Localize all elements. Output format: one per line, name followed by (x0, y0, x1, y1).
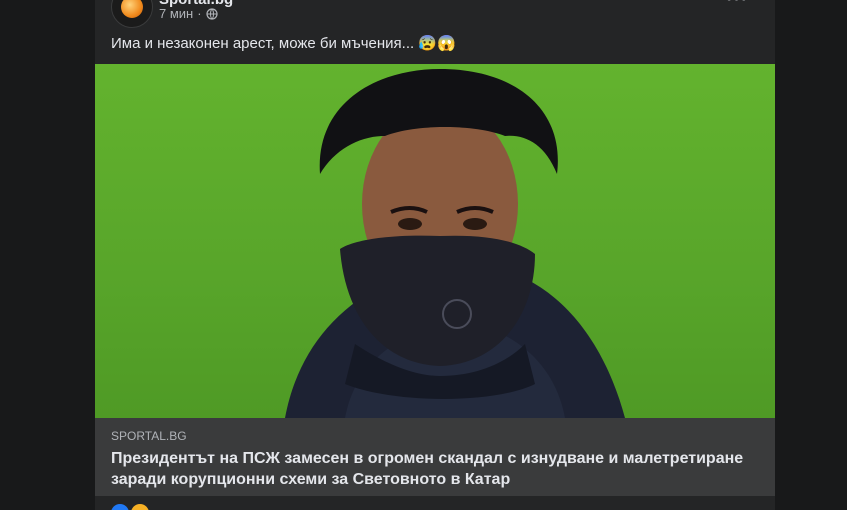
page-avatar[interactable] (111, 0, 153, 28)
post-photo[interactable] (95, 64, 775, 418)
reaction-icons[interactable] (111, 504, 149, 510)
meta-separator: · (197, 6, 202, 21)
globe-icon[interactable] (205, 7, 218, 20)
post-time[interactable]: 7 мин (159, 6, 193, 21)
link-domain: SPORTAL.BG (111, 429, 187, 443)
like-reaction-icon (111, 504, 129, 510)
more-icon[interactable]: ••• (719, 0, 755, 12)
post-text: Има и незаконен арест, може би мъчения..… (111, 35, 456, 52)
link-headline[interactable]: Президентът на ПСЖ замесен в огромен ска… (111, 448, 751, 490)
sportal-logo-icon (121, 0, 143, 18)
post-card: Sportal.bg 7 мин · ••• Има и незаконен а… (95, 0, 775, 510)
link-preview[interactable]: SPORTAL.BG Президентът на ПСЖ замесен в … (95, 418, 775, 496)
post-meta: 7 мин · (159, 6, 218, 21)
photo-illustration (285, 69, 625, 418)
wow-reaction-icon (131, 504, 149, 510)
